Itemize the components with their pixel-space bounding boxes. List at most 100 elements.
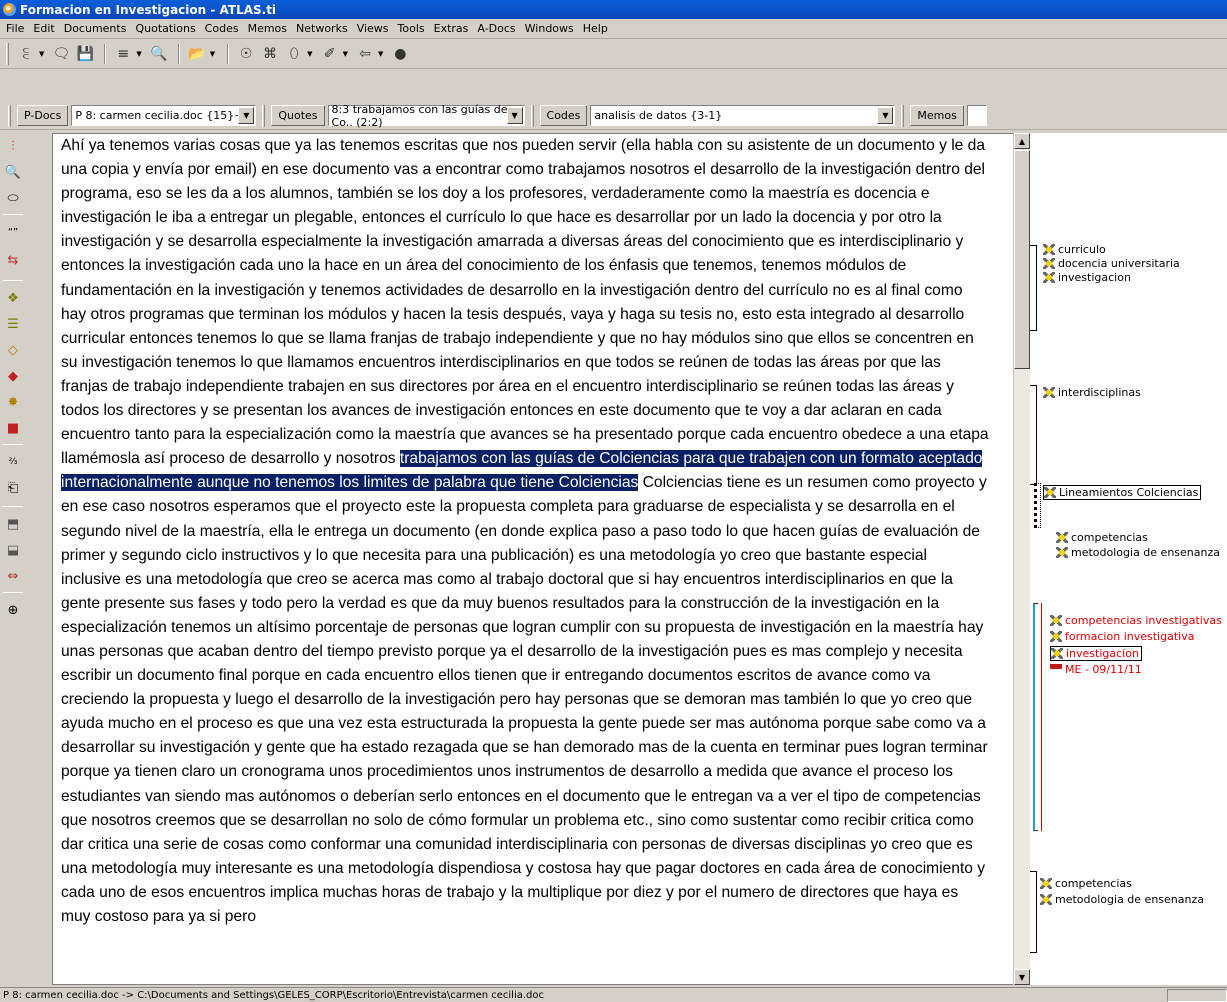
code-icon [1051, 648, 1063, 659]
margin-code[interactable]: docencia universitaria [1043, 257, 1180, 270]
memo-icon[interactable]: ■ [3, 418, 23, 438]
vertical-scrollbar[interactable]: ▲ ▼ [1013, 133, 1030, 985]
pdocs-combo[interactable]: P 8: carmen cecilia.doc {15}~ ▼ [71, 105, 257, 126]
margin-code[interactable]: metodologia de ensenanza [1056, 546, 1220, 559]
find-icon[interactable]: 🔍 [148, 43, 170, 65]
chevron-down-icon[interactable]: ▼ [307, 50, 312, 58]
xml-icon[interactable]: ⬯ [283, 43, 305, 65]
scrollbar-thumb[interactable] [1014, 150, 1030, 369]
code-by-list-icon[interactable]: ◆ [3, 366, 23, 386]
codes-combo[interactable]: analisis de datos {3-1} ▼ [590, 105, 896, 126]
create-quotation-icon[interactable]: ⫶ [3, 136, 23, 156]
menu-help[interactable]: Help [579, 22, 613, 35]
margin-right-icon[interactable]: ⬓ [3, 540, 23, 560]
menu-networks[interactable]: Networks [292, 22, 353, 35]
quotation-bracket[interactable] [1030, 385, 1037, 485]
split-icon[interactable]: ≡ [112, 43, 134, 65]
quote-icon[interactable]: “” [3, 222, 23, 242]
codes-button[interactable]: Codes [539, 105, 588, 126]
toolbar-separator [104, 44, 107, 64]
menu-file[interactable]: File [2, 22, 29, 35]
margin-left-icon[interactable]: ⬒ [3, 514, 23, 534]
pdocs-button[interactable]: P-Docs [17, 105, 69, 126]
save-icon[interactable]: 💾 [74, 43, 96, 65]
quotation-bracket[interactable] [1034, 483, 1041, 528]
autocode-icon[interactable]: ✸ [3, 392, 23, 412]
document-text[interactable]: Ahí ya tenemos varias cosas que ya las t… [61, 134, 991, 929]
status-text: P 8: carmen cecilia.doc -> C:\Documents … [3, 989, 544, 1001]
status-panel [1167, 989, 1227, 1002]
chevron-down-icon[interactable]: ▼ [238, 107, 255, 124]
menu-documents[interactable]: Documents [60, 22, 132, 35]
margin-code[interactable]: interdisciplinas [1043, 386, 1141, 399]
back-icon[interactable]: ⇦ [354, 43, 376, 65]
pdocs-value: P 8: carmen cecilia.doc {15}~ [75, 109, 244, 122]
scroll-down-icon[interactable]: ▼ [1014, 969, 1030, 985]
comment-icon[interactable]: ⬭ [3, 188, 23, 208]
menu-edit[interactable]: Edit [29, 22, 59, 35]
quotation-bracket[interactable] [1033, 603, 1038, 831]
toolbar-grip[interactable] [6, 43, 9, 65]
menu-a-docs[interactable]: A-Docs [473, 22, 520, 35]
chevron-down-icon[interactable]: ▼ [877, 107, 894, 124]
swap-quote-icon[interactable]: ⇆ [3, 250, 23, 270]
code-manager-icon[interactable]: ⌘ [259, 43, 281, 65]
search-icon[interactable]: 🔍 [3, 162, 23, 182]
page-icon[interactable]: ⎗ [3, 478, 23, 498]
navigator-grip[interactable] [262, 104, 266, 127]
quotes-button[interactable]: Quotes [271, 105, 325, 126]
percent-icon[interactable]: ⅔ [3, 452, 23, 472]
expand-icon[interactable]: ⇔ [3, 566, 23, 586]
main-toolbar: ⫕ ▼ 🗨 💾 ≡ ▼ 🔍 📂 ▼ ☉ ⌘ ⬯ ▼ ✐ ▼ ⇦ ▼ ● [0, 40, 1227, 69]
memos-button[interactable]: Memos [910, 105, 964, 126]
menu-codes[interactable]: Codes [201, 22, 244, 35]
menu-tools[interactable]: Tools [394, 22, 430, 35]
query-icon[interactable]: ☉ [235, 43, 257, 65]
menu-memos[interactable]: Memos [244, 22, 292, 35]
bomb-icon[interactable]: ● [389, 43, 411, 65]
menu-windows[interactable]: Windows [521, 22, 579, 35]
navigator-grip[interactable] [8, 104, 11, 127]
quotation-bracket[interactable] [1030, 245, 1037, 331]
zoom-in-icon[interactable]: ⊕ [3, 600, 23, 620]
chevron-down-icon[interactable]: ▼ [378, 50, 383, 58]
quotation-bracket[interactable] [1030, 871, 1037, 953]
margin-code[interactable]: curriculo [1043, 243, 1106, 256]
chevron-down-icon[interactable]: ▼ [506, 107, 523, 124]
navigator-grip[interactable] [901, 104, 905, 127]
document-pane[interactable]: Ahí ya tenemos varias cosas que ya las t… [52, 133, 1014, 985]
margin-code[interactable]: competencias investigativas [1050, 614, 1222, 627]
menu-views[interactable]: Views [353, 22, 394, 35]
code-icon [1040, 894, 1052, 905]
margin-code-selected[interactable]: investigacion [1050, 646, 1142, 661]
tool-icon[interactable]: ✐ [319, 43, 341, 65]
scroll-up-icon[interactable]: ▲ [1014, 133, 1030, 149]
margin-code[interactable]: competencias [1040, 877, 1132, 890]
left-toolbar: ⫶ 🔍 ⬭ “” ⇆ ❖ ☰ ◇ ◆ ✸ ■ ⅔ ⎗ ⬒ ⬓ ⇔ ⊕ [0, 134, 26, 994]
open-icon[interactable]: 📂 [186, 43, 208, 65]
comment-icon[interactable]: 🗨 [50, 43, 72, 65]
margin-memo[interactable]: ME - 09/11/11 [1050, 663, 1142, 676]
navigator-grip[interactable] [530, 104, 534, 127]
menu-extras[interactable]: Extras [430, 22, 474, 35]
chevron-down-icon[interactable]: ▼ [136, 50, 141, 58]
margin-code-selected[interactable]: Lineamientos Colciencias [1043, 485, 1202, 500]
code-icon [1050, 631, 1062, 642]
add-document-icon[interactable]: ⫕ [15, 43, 37, 65]
chevron-down-icon[interactable]: ▼ [210, 50, 215, 58]
code-icon[interactable]: ❖ [3, 288, 23, 308]
chevron-down-icon[interactable]: ▼ [343, 50, 348, 58]
code-icon [1043, 244, 1055, 255]
quotes-value: 8:3 trabajamos con las guías de Co.. (2:… [331, 102, 508, 129]
memos-combo[interactable] [966, 105, 987, 126]
margin-code[interactable]: investigacion [1043, 271, 1131, 284]
margin-code[interactable]: formacion investigativa [1050, 630, 1194, 643]
toolbar-separator [3, 214, 23, 215]
code-list-icon[interactable]: ☰ [3, 314, 23, 334]
margin-code[interactable]: competencias [1056, 531, 1148, 544]
in-vivo-code-icon[interactable]: ◇ [3, 340, 23, 360]
quotes-combo[interactable]: 8:3 trabajamos con las guías de Co.. (2:… [327, 102, 525, 129]
menu-quotations[interactable]: Quotations [131, 22, 200, 35]
margin-code[interactable]: metodologia de ensenanza [1040, 893, 1204, 906]
chevron-down-icon[interactable]: ▼ [39, 50, 44, 58]
